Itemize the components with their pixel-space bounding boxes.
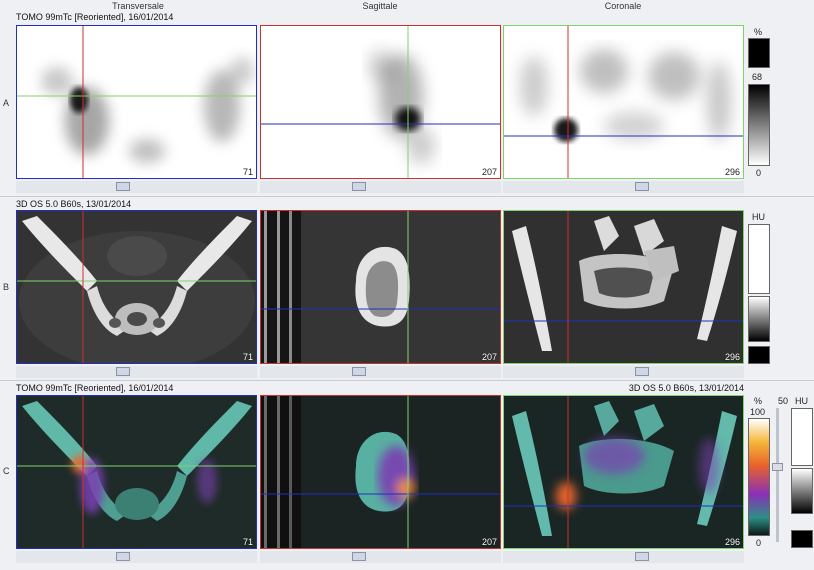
scrollbar-b-sagittal[interactable] [260, 366, 501, 378]
column-header-sagittal: Sagittale [362, 1, 398, 11]
scrollbar-a-coronal[interactable] [503, 181, 744, 193]
slice-number-sagittal: 207 [481, 352, 497, 362]
scroll-thumb[interactable] [116, 367, 130, 376]
slice-number-transversal: 71 [242, 167, 253, 177]
scroll-thumb[interactable] [635, 552, 649, 561]
viewport-b-coronal[interactable]: 296 [503, 210, 744, 364]
slice-number-coronal: 296 [724, 537, 740, 547]
viewport-b-transversal[interactable]: 71 [16, 210, 257, 364]
row-divider [0, 380, 814, 381]
column-header-transversal: Transversale [112, 1, 164, 11]
scale-c-color-gradient[interactable] [748, 418, 770, 536]
slice-number-coronal: 296 [724, 352, 740, 362]
viewport-b-sagittal[interactable]: 207 [260, 210, 501, 364]
viewport-c-coronal[interactable]: 296 [503, 395, 744, 549]
blend-slider-thumb[interactable] [772, 463, 783, 471]
viewport-a-coronal[interactable]: 296 [503, 25, 744, 179]
viewport-a-transversal[interactable]: 71 [16, 25, 257, 179]
row-label-c: C [3, 466, 10, 476]
scale-c-hu-unit: HU [795, 396, 808, 406]
scale-a-top-swatch [748, 38, 770, 68]
scrollbar-a-transversal[interactable] [16, 181, 257, 193]
scrollbar-c-coronal[interactable] [503, 551, 744, 563]
slice-number-coronal: 296 [724, 167, 740, 177]
scale-b-gradient[interactable] [748, 296, 770, 342]
slice-number-transversal: 71 [242, 352, 253, 362]
scale-c-hu-top-swatch [791, 408, 813, 466]
blend-slider-track[interactable] [776, 408, 779, 542]
viewport-c-transversal[interactable]: 71 [16, 395, 257, 549]
scrollbar-c-transversal[interactable] [16, 551, 257, 563]
scroll-thumb[interactable] [352, 367, 366, 376]
scale-c-unit: % [754, 396, 763, 406]
slice-number-sagittal: 207 [481, 167, 497, 177]
slice-number-transversal: 71 [242, 537, 253, 547]
scroll-thumb[interactable] [352, 182, 366, 191]
slice-number-sagittal: 207 [481, 537, 497, 547]
series-title-row-c-ct: 3D OS 5.0 B60s, 13/01/2014 [628, 383, 744, 393]
scale-a-max: 68 [752, 72, 763, 82]
scale-a-gradient[interactable] [748, 84, 770, 166]
scale-c-blend-value: 50 [778, 396, 789, 406]
scale-c-min: 0 [756, 538, 762, 548]
scale-a-unit: % [754, 27, 763, 37]
scroll-thumb[interactable] [635, 182, 649, 191]
scale-c-max: 100 [750, 407, 766, 417]
scale-a-min: 0 [756, 168, 762, 178]
row-label-a: A [3, 98, 10, 108]
column-header-coronal: Coronale [604, 1, 642, 11]
scale-c-hu-bottom-swatch [791, 530, 813, 548]
series-title-row-b: 3D OS 5.0 B60s, 13/01/2014 [16, 199, 132, 209]
scrollbar-a-sagittal[interactable] [260, 181, 501, 193]
scrollbar-b-transversal[interactable] [16, 366, 257, 378]
scale-b-top-swatch [748, 224, 770, 294]
scroll-thumb[interactable] [116, 182, 130, 191]
scroll-thumb[interactable] [116, 552, 130, 561]
scrollbar-b-coronal[interactable] [503, 366, 744, 378]
series-title-row-a: TOMO 99mTc [Reoriented], 16/01/2014 [16, 12, 174, 22]
row-label-b: B [3, 282, 10, 292]
scroll-thumb[interactable] [352, 552, 366, 561]
viewport-c-sagittal[interactable]: 207 [260, 395, 501, 549]
row-divider [0, 196, 814, 197]
scale-c-hu-gradient[interactable] [791, 468, 813, 514]
scale-b-bottom-swatch [748, 346, 770, 364]
viewport-a-sagittal[interactable]: 207 [260, 25, 501, 179]
scroll-thumb[interactable] [635, 367, 649, 376]
series-title-row-c-tomo: TOMO 99mTc [Reoriented], 16/01/2014 [16, 383, 174, 393]
scrollbar-c-sagittal[interactable] [260, 551, 501, 563]
scale-b-unit: HU [752, 212, 765, 222]
